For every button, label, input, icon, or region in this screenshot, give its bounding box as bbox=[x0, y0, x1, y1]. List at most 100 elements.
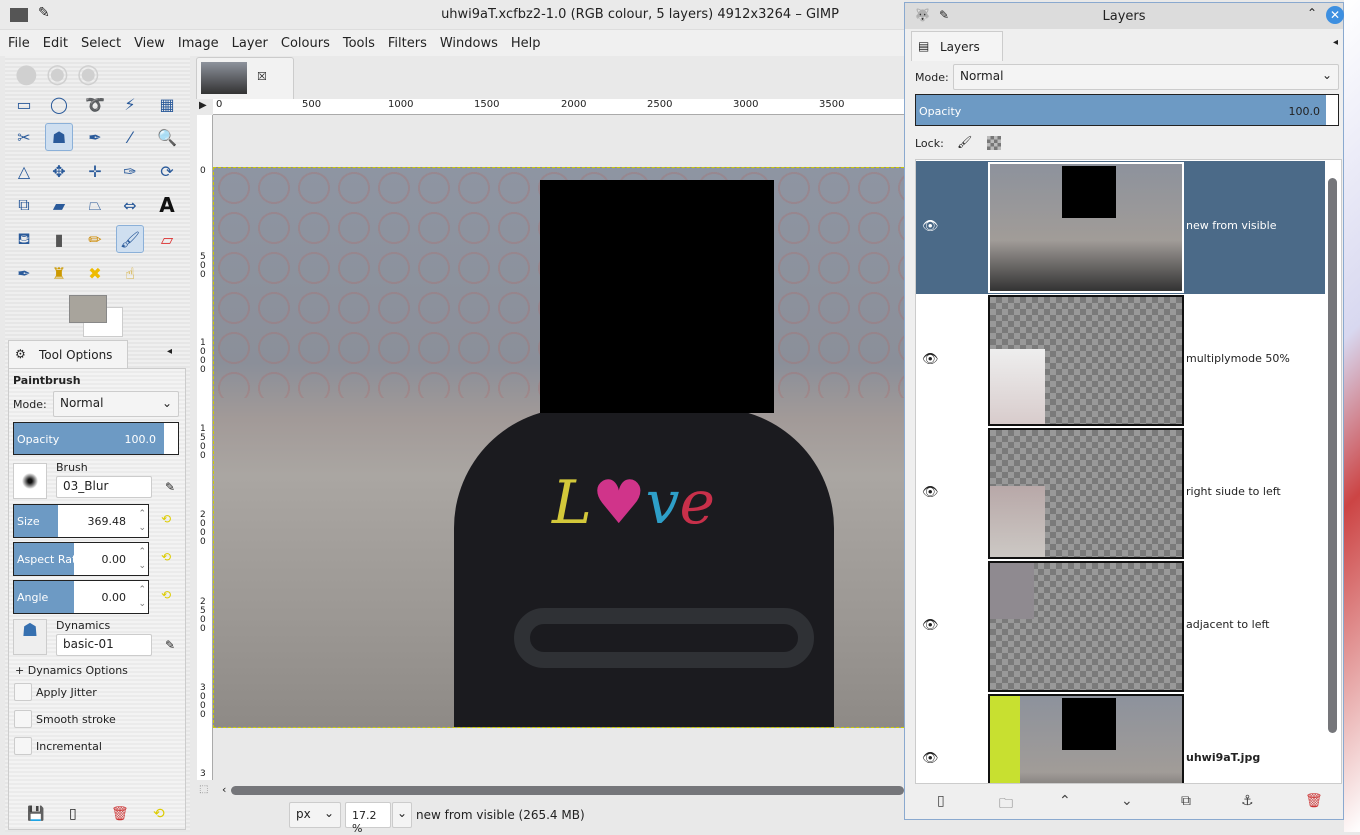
visibility-eye-icon[interactable]: 👁 bbox=[922, 352, 939, 367]
layer-row[interactable]: 👁 multiplymode 50% bbox=[916, 294, 1325, 427]
reset-options-icon[interactable]: ⟲ bbox=[153, 806, 165, 822]
edit-brush-icon[interactable]: ✎ bbox=[165, 480, 175, 494]
lower-layer-icon[interactable]: ⌄ bbox=[1121, 793, 1133, 809]
panel-menu-icon[interactable]: ◂ bbox=[167, 346, 172, 357]
scale-icon[interactable]: ⧉ bbox=[10, 191, 38, 219]
visibility-eye-icon[interactable]: 👁 bbox=[922, 219, 939, 234]
angle-slider[interactable]: Angle 0.00 ⌃ ⌄ bbox=[13, 580, 149, 614]
bucket-fill-icon[interactable]: ⛾ bbox=[10, 225, 38, 253]
menu-filters[interactable]: Filters bbox=[380, 30, 432, 51]
color-picker-icon[interactable]: ⁄ bbox=[116, 123, 144, 151]
visibility-eye-icon[interactable]: 👁 bbox=[922, 751, 939, 766]
smooth-stroke-checkbox[interactable] bbox=[14, 710, 32, 728]
pencil-icon[interactable]: ✏ bbox=[81, 225, 109, 253]
visibility-eye-icon[interactable]: 👁 bbox=[922, 618, 939, 633]
layer-row[interactable]: 👁 right siude to left bbox=[916, 427, 1325, 560]
clone-icon[interactable]: ♜ bbox=[45, 259, 73, 287]
raise-layer-icon[interactable]: ⌃ bbox=[1059, 793, 1071, 809]
text-tool-icon[interactable]: A bbox=[153, 191, 181, 219]
menu-tools[interactable]: Tools bbox=[335, 30, 380, 51]
lock-alpha-icon[interactable] bbox=[987, 136, 1001, 150]
visibility-eye-icon[interactable]: 👁 bbox=[922, 485, 939, 500]
shear-icon[interactable]: ▰ bbox=[45, 191, 73, 219]
brush-field[interactable]: 03_Blur bbox=[56, 476, 152, 498]
heal-icon[interactable]: ✖ bbox=[81, 259, 109, 287]
paintbrush-icon[interactable]: 🖌 bbox=[116, 225, 144, 253]
apply-jitter-checkbox[interactable] bbox=[14, 683, 32, 701]
zoom-icon[interactable]: 🔍 bbox=[153, 123, 181, 151]
foreground-color-swatch[interactable] bbox=[69, 295, 107, 323]
menu-select[interactable]: Select bbox=[73, 30, 126, 51]
menu-view[interactable]: View bbox=[126, 30, 170, 51]
layers-scrollbar[interactable] bbox=[1328, 178, 1337, 733]
layer-mode-dropdown[interactable]: Normal ⌄ bbox=[953, 64, 1339, 90]
layer-row[interactable]: 👁 uhwi9aT.jpg bbox=[916, 693, 1325, 783]
incremental-checkbox[interactable] bbox=[14, 737, 32, 755]
fuzzy-select-icon[interactable]: ⚡ bbox=[116, 90, 144, 118]
edit-dynamics-icon[interactable]: ✎ bbox=[165, 638, 175, 652]
scissors-icon[interactable]: ✂ bbox=[10, 123, 38, 151]
ink-icon[interactable]: ✒ bbox=[10, 259, 38, 287]
image-tab[interactable]: ☒ bbox=[196, 57, 294, 99]
lock-pixels-icon[interactable]: 🖌 bbox=[957, 135, 972, 149]
gradient-icon[interactable]: ▮ bbox=[45, 225, 73, 253]
new-layer-icon[interactable]: ▯ bbox=[937, 793, 945, 809]
new-layer-group-icon[interactable]: 🗀 bbox=[999, 793, 1013, 817]
quick-mask-icon[interactable]: ⬚ bbox=[199, 784, 208, 795]
minimize-icon[interactable]: ⌃ bbox=[1307, 6, 1317, 20]
lasso-icon[interactable]: ➰ bbox=[81, 90, 109, 118]
horizontal-scrollbar[interactable] bbox=[231, 786, 904, 795]
duplicate-layer-icon[interactable]: ⧉ bbox=[1181, 793, 1191, 809]
menu-file[interactable]: File bbox=[0, 30, 35, 51]
menu-windows[interactable]: Windows bbox=[432, 30, 503, 51]
menu-edit[interactable]: Edit bbox=[35, 30, 73, 51]
zoom-dropdown-chevron-icon[interactable]: ⌄ bbox=[392, 802, 412, 828]
restore-options-icon[interactable]: ▯ bbox=[69, 806, 77, 822]
aspect-ratio-slider[interactable]: Aspect Ratio 0.00 ⌃ ⌄ bbox=[13, 542, 149, 576]
reset-angle-icon[interactable]: ⟲ bbox=[161, 588, 171, 602]
zoom-field[interactable]: 17.2 % bbox=[345, 802, 391, 835]
anchor-layer-icon[interactable]: ⚓ bbox=[1241, 793, 1254, 809]
size-slider[interactable]: Size 369.48 ⌃ ⌄ bbox=[13, 504, 149, 538]
close-icon[interactable]: ✕ bbox=[1326, 6, 1344, 24]
image-canvas[interactable]: L♥ve bbox=[213, 167, 904, 728]
delete-options-icon[interactable]: 🗑 bbox=[111, 806, 129, 822]
measure-icon[interactable]: △ bbox=[10, 157, 38, 185]
eraser-icon[interactable]: ▱ bbox=[153, 225, 181, 253]
paths-icon[interactable]: ✒ bbox=[81, 123, 109, 151]
rect-select-icon[interactable]: ▭ bbox=[10, 90, 38, 118]
ellipse-select-icon[interactable]: ◯ bbox=[45, 90, 73, 118]
select-by-color-icon[interactable]: ▦ bbox=[153, 90, 181, 118]
dynamics-field[interactable]: basic-01 bbox=[56, 634, 152, 656]
layer-opacity-slider[interactable]: Opacity 100.0 bbox=[915, 94, 1339, 126]
layer-row[interactable]: 👁 adjacent to left bbox=[916, 560, 1325, 693]
foreground-select-icon[interactable]: ☗ bbox=[45, 123, 73, 151]
close-tab-icon[interactable]: ☒ bbox=[257, 70, 267, 83]
tab-tool-options[interactable]: ⚙ Tool Options bbox=[8, 340, 128, 368]
menu-layer[interactable]: Layer bbox=[224, 30, 273, 51]
layer-row[interactable]: 👁 new from visible bbox=[916, 161, 1325, 294]
save-options-icon[interactable]: 💾 bbox=[27, 806, 44, 822]
opacity-slider[interactable]: Opacity 100.0 bbox=[13, 422, 179, 455]
delete-layer-icon[interactable]: 🗑 bbox=[1305, 793, 1323, 809]
dynamics-icon[interactable]: ☗ bbox=[13, 619, 47, 655]
navigate-icon[interactable]: ▶ bbox=[199, 100, 207, 111]
dynamics-options-expander[interactable]: + Dynamics Options bbox=[15, 664, 128, 677]
reset-size-icon[interactable]: ⟲ bbox=[161, 512, 171, 526]
move-icon[interactable]: ✥ bbox=[45, 157, 73, 185]
menu-help[interactable]: Help bbox=[503, 30, 546, 51]
brush-preview[interactable] bbox=[13, 463, 47, 499]
crop-icon[interactable]: ✑ bbox=[116, 157, 144, 185]
menu-colours[interactable]: Colours bbox=[273, 30, 335, 51]
scroll-left-icon[interactable]: ‹ bbox=[222, 783, 226, 796]
rotate-icon[interactable]: ⟳ bbox=[153, 157, 181, 185]
unit-dropdown[interactable]: px ⌄ bbox=[289, 802, 341, 828]
flip-icon[interactable]: ⇔ bbox=[116, 191, 144, 219]
mode-dropdown[interactable]: Normal ⌄ bbox=[53, 391, 179, 417]
perspective-icon[interactable]: ⏢ bbox=[81, 191, 109, 219]
panel-menu-icon[interactable]: ◂ bbox=[1333, 37, 1338, 48]
tab-layers[interactable]: ▤ Layers bbox=[911, 31, 1003, 61]
reset-aspect-icon[interactable]: ⟲ bbox=[161, 550, 171, 564]
menu-image[interactable]: Image bbox=[170, 30, 224, 51]
align-icon[interactable]: ✛ bbox=[81, 157, 109, 185]
